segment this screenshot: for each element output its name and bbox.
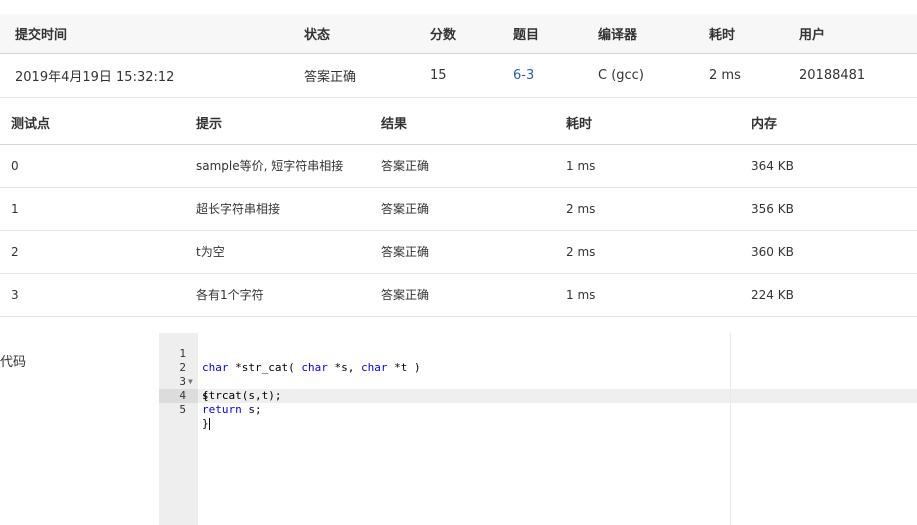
case-time: 2 ms xyxy=(555,187,740,231)
table-row: 3 各有1个字符 答案正确 1 ms 224 KB xyxy=(0,273,917,317)
table-row: 2 t为空 答案正确 2 ms 360 KB xyxy=(0,230,917,274)
user: 20188481 xyxy=(784,53,917,98)
case-id: 3 xyxy=(0,273,185,317)
case-result: 答案正确 xyxy=(370,187,555,231)
case-hint: t为空 xyxy=(185,230,370,274)
case-result: 答案正确 xyxy=(370,273,555,317)
problem-link[interactable]: 6-3 xyxy=(513,68,534,83)
case-id: 1 xyxy=(0,187,185,231)
test-case-table: 测试点 提示 结果 耗时 内存 0 sample等价, 短字符串相接 答案正确 … xyxy=(0,101,917,317)
compiler: C (gcc) xyxy=(583,53,694,98)
case-result: 答案正确 xyxy=(370,144,555,188)
text-cursor xyxy=(208,418,210,430)
code-line: 4 return s; xyxy=(159,375,917,416)
case-memory: 360 KB xyxy=(740,230,917,274)
case-id: 2 xyxy=(0,230,185,274)
code-text: } xyxy=(202,417,210,430)
code-line: 3 strcat(s,t); xyxy=(159,361,917,402)
header-problem: 题目 xyxy=(498,14,583,54)
case-memory: 364 KB xyxy=(740,144,917,188)
header-case-time: 耗时 xyxy=(555,101,740,145)
case-hint: 超长字符串相接 xyxy=(185,187,370,231)
submission-table: 提交时间 状态 分数 题目 编译器 耗时 用户 2019年4月19日 15:32… xyxy=(0,14,917,98)
line-number: 5 xyxy=(179,403,186,416)
header-case-id: 测试点 xyxy=(0,101,185,145)
case-hint: sample等价, 短字符串相接 xyxy=(185,144,370,188)
case-time: 2 ms xyxy=(555,230,740,274)
code-line: 2 ▼ { xyxy=(159,347,917,402)
score: 15 xyxy=(415,53,498,98)
header-score: 分数 xyxy=(415,14,498,54)
problem-cell: 6-3 xyxy=(498,53,583,98)
header-status: 状态 xyxy=(289,14,415,54)
code-line: 5 } xyxy=(159,389,917,430)
duration: 2 ms xyxy=(694,53,784,98)
case-memory: 224 KB xyxy=(740,273,917,317)
header-result: 结果 xyxy=(370,101,555,145)
case-id: 0 xyxy=(0,144,185,188)
header-compiler: 编译器 xyxy=(583,14,694,54)
code-text: return s; xyxy=(202,403,262,416)
case-time: 1 ms xyxy=(555,144,740,188)
header-hint: 提示 xyxy=(185,101,370,145)
case-result: 答案正确 xyxy=(370,230,555,274)
case-header-row: 测试点 提示 结果 耗时 内存 xyxy=(0,101,917,145)
code-label: 代码 xyxy=(0,355,27,370)
status-badge: 答案正确 xyxy=(289,53,415,98)
case-time: 1 ms xyxy=(555,273,740,317)
header-submit-time: 提交时间 xyxy=(0,14,289,54)
submission-row: 2019年4月19日 15:32:12 答案正确 15 6-3 C (gcc) … xyxy=(0,53,917,98)
code-editor[interactable]: 1 char *str_cat( char *s, char *t ) 2 ▼ … xyxy=(159,333,917,525)
header-memory: 内存 xyxy=(740,101,917,145)
case-hint: 各有1个字符 xyxy=(185,273,370,317)
code-line: 1 char *str_cat( char *s, char *t ) xyxy=(159,333,917,374)
submission-header-row: 提交时间 状态 分数 题目 编译器 耗时 用户 xyxy=(0,14,917,54)
header-user: 用户 xyxy=(784,14,917,54)
table-row: 1 超长字符串相接 答案正确 2 ms 356 KB xyxy=(0,187,917,231)
case-memory: 356 KB xyxy=(740,187,917,231)
submit-time: 2019年4月19日 15:32:12 xyxy=(0,53,289,98)
table-row: 0 sample等价, 短字符串相接 答案正确 1 ms 364 KB xyxy=(0,144,917,188)
header-duration: 耗时 xyxy=(694,14,784,54)
